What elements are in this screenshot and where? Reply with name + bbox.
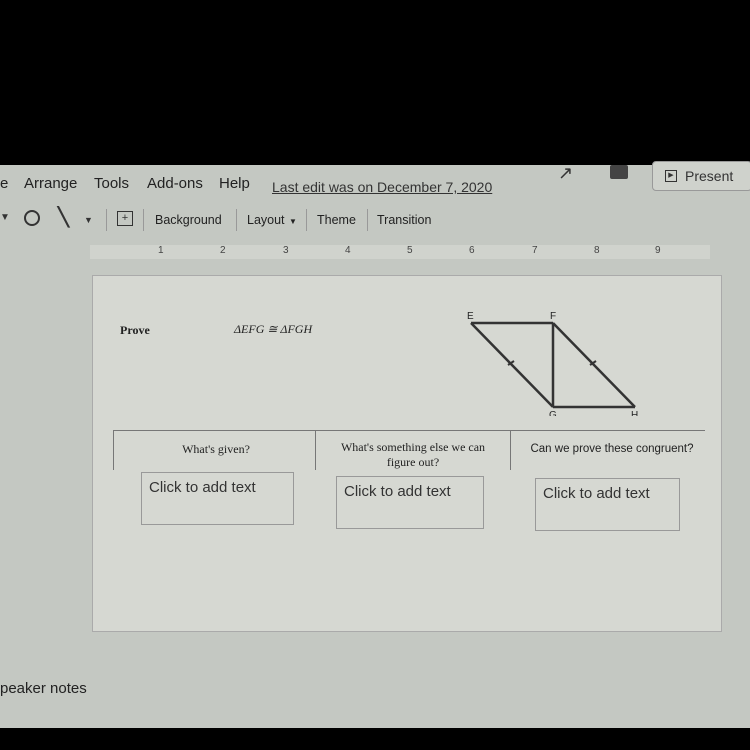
- ruler-tick: 5: [407, 245, 413, 256]
- ruler[interactable]: 1 2 3 4 5 6 7 8 9: [90, 245, 710, 259]
- ruler-tick: 4: [345, 245, 351, 256]
- point-label-h: H: [631, 410, 638, 416]
- parallelogram-diagram: E F G H: [467, 311, 638, 416]
- point-label-g: G: [549, 410, 557, 416]
- present-button[interactable]: ▶ Present: [652, 161, 750, 191]
- slides-editor: e Arrange Tools Add-ons Help Last edit w…: [0, 161, 750, 728]
- layout-button[interactable]: Layout: [247, 213, 285, 227]
- ruler-tick: 6: [469, 245, 475, 256]
- segment-fh: [552, 322, 636, 408]
- column-header-given: What's given?: [182, 442, 250, 456]
- background-button[interactable]: Background: [155, 213, 222, 227]
- segment-eg: [470, 322, 554, 408]
- prove-label: Prove: [120, 323, 150, 337]
- menu-item-help[interactable]: Help: [219, 175, 250, 192]
- ruler-tick: 3: [283, 245, 289, 256]
- table-top-border: [113, 430, 705, 431]
- ruler-tick: 2: [220, 245, 226, 256]
- column-header-prove: Can we prove these congruent?: [530, 443, 694, 455]
- new-slide-icon[interactable]: +: [117, 211, 133, 226]
- present-icon: ▶: [665, 170, 677, 182]
- present-label: Present: [685, 168, 734, 184]
- ruler-tick: 8: [594, 245, 600, 256]
- prove-text-box[interactable]: Click to add text: [535, 478, 680, 531]
- point-label-f: F: [550, 311, 556, 322]
- given-text-box[interactable]: Click to add text: [141, 472, 294, 525]
- ruler-tick: 9: [655, 245, 661, 256]
- last-edit-link[interactable]: Last edit was on December 7, 2020: [272, 179, 492, 195]
- menu-item-file[interactable]: e: [0, 175, 8, 192]
- proof-statement: ΔEFG ≅ ΔFGH: [234, 322, 313, 336]
- shape-icon[interactable]: [24, 210, 40, 226]
- slide-canvas[interactable]: Prove ΔEFG ≅ ΔFGH E F G H What's given? …: [92, 275, 722, 632]
- dropdown-arrow-icon[interactable]: ▼: [84, 215, 93, 225]
- theme-button[interactable]: Theme: [317, 213, 356, 227]
- activity-icon[interactable]: ↗: [558, 163, 573, 184]
- comments-icon[interactable]: [610, 165, 628, 179]
- menu-item-tools[interactable]: Tools: [94, 175, 129, 192]
- speaker-notes[interactable]: peaker notes: [0, 680, 87, 697]
- column-header-figure-out: What's something else we can figure out?: [340, 440, 486, 469]
- point-label-e: E: [467, 311, 474, 322]
- layout-dropdown-icon: ▼: [289, 217, 297, 226]
- ruler-tick: 1: [158, 245, 164, 256]
- dropdown-arrow-icon[interactable]: ▼: [0, 212, 10, 223]
- menu-item-arrange[interactable]: Arrange: [24, 175, 77, 192]
- line-icon[interactable]: ╲: [58, 207, 69, 228]
- transition-button[interactable]: Transition: [377, 213, 431, 227]
- figure-out-text-box[interactable]: Click to add text: [336, 476, 484, 529]
- ruler-tick: 7: [532, 245, 538, 256]
- menu-item-add-ons[interactable]: Add-ons: [147, 175, 203, 192]
